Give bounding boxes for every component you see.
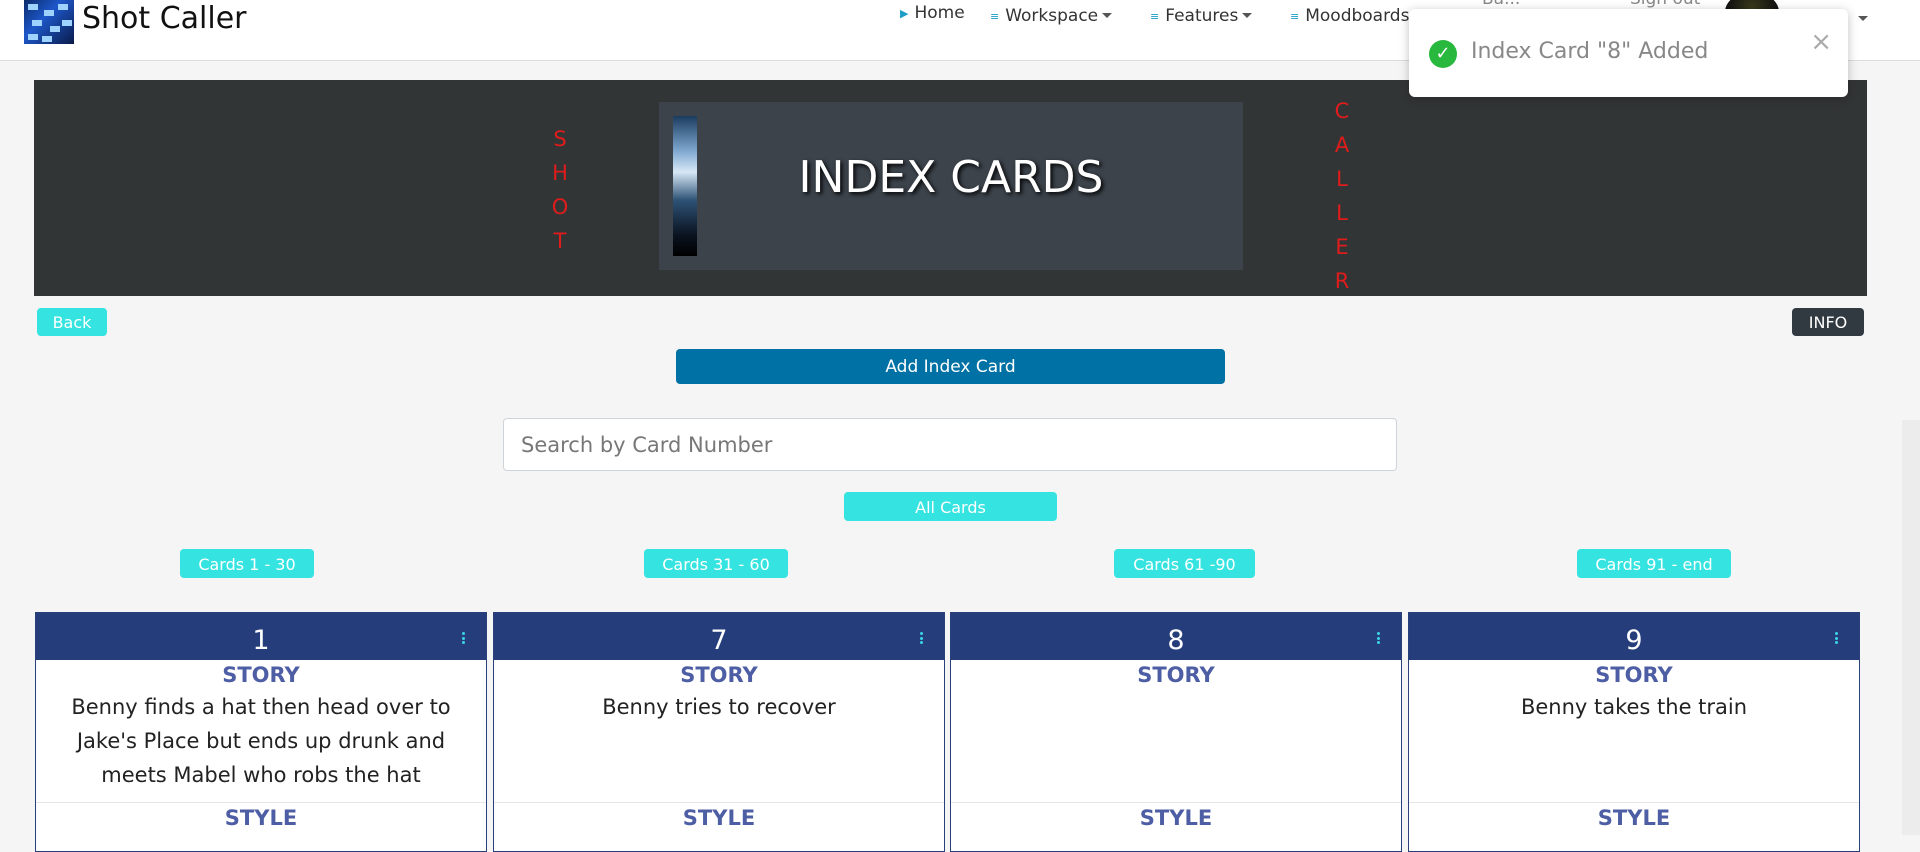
close-icon[interactable]: × <box>1810 27 1832 57</box>
page-title: INDEX CARDS <box>798 152 1104 203</box>
nav-moodboards[interactable]: ≡ Moodboards <box>1290 3 1409 30</box>
index-card[interactable]: 8 STORY STYLE <box>950 612 1402 852</box>
story-text: Benny takes the train <box>1520 695 1748 719</box>
chevron-down-icon <box>1242 13 1253 18</box>
hero-banner: S H O T INDEX CARDS C A L L E R <box>34 80 1867 296</box>
hero-letter: A <box>1334 133 1350 157</box>
card-number: 1 <box>252 625 270 656</box>
range-1-30-button[interactable]: Cards 1 - 30 <box>180 549 314 578</box>
add-index-card-button[interactable]: Add Index Card <box>676 349 1225 384</box>
check-circle-icon: ✓ <box>1429 40 1457 68</box>
hero-title-box: INDEX CARDS <box>659 102 1243 270</box>
card-number: 8 <box>1167 625 1185 656</box>
style-label: STYLE <box>494 802 944 833</box>
story-label: STORY <box>222 663 300 687</box>
nav-workspace[interactable]: ≡ Workspace <box>990 3 1113 30</box>
story-text: Benny tries to recover <box>602 695 836 719</box>
nav-features[interactable]: ≡ Features <box>1150 3 1253 30</box>
search-input[interactable] <box>503 418 1397 471</box>
all-cards-button[interactable]: All Cards <box>844 492 1057 521</box>
hero-letter: L <box>1336 167 1348 191</box>
story-label: STORY <box>1137 663 1215 687</box>
card-header: 9 <box>1409 613 1859 660</box>
list-icon: ≡ <box>1150 10 1160 23</box>
brand-name[interactable]: Shot Caller <box>82 0 247 38</box>
more-options-icon[interactable] <box>1377 632 1381 646</box>
hero-letter: T <box>553 229 567 253</box>
hero-vertical-right: C A L L E R <box>1327 94 1357 298</box>
toast-message: Index Card "8" Added <box>1471 39 1709 64</box>
hero-letter: R <box>1334 269 1350 293</box>
range-91-end-button[interactable]: Cards 91 - end <box>1577 549 1731 578</box>
card-header: 8 <box>951 613 1401 660</box>
nav-workspace-label: Workspace <box>1005 6 1099 26</box>
story-text <box>951 690 1401 802</box>
card-number: 9 <box>1625 625 1643 656</box>
style-label: STYLE <box>951 802 1401 833</box>
hero-letter: S <box>553 127 567 151</box>
chevron-down-icon[interactable] <box>1858 16 1868 21</box>
range-61-90-button[interactable]: Cards 61 -90 <box>1114 549 1255 578</box>
story-text: Benny finds a hat then head over to Jake… <box>71 695 451 787</box>
list-icon: ≡ <box>1290 10 1300 23</box>
list-icon: ≡ <box>990 10 1000 23</box>
scrollbar[interactable] <box>1902 420 1920 835</box>
hero-letter: H <box>552 161 568 185</box>
card-number: 7 <box>710 625 728 656</box>
more-options-icon[interactable] <box>920 632 924 646</box>
index-card[interactable]: 9 STORY Benny takes the train STYLE <box>1408 612 1860 852</box>
back-button[interactable]: Back <box>37 308 107 336</box>
style-label: STYLE <box>1409 802 1859 833</box>
range-31-60-button[interactable]: Cards 31 - 60 <box>644 549 788 578</box>
story-label: STORY <box>680 663 758 687</box>
chevron-down-icon <box>1102 13 1113 18</box>
info-button[interactable]: INFO <box>1792 308 1864 336</box>
hero-letter: L <box>1336 201 1348 225</box>
more-options-icon[interactable] <box>462 632 466 646</box>
hero-letter: C <box>1334 99 1350 123</box>
nav-home[interactable]: ▶ Home <box>900 0 965 27</box>
hero-letter: O <box>551 195 569 219</box>
brand-logo[interactable] <box>24 0 74 44</box>
index-card[interactable]: 1 STORY Benny finds a hat then head over… <box>35 612 487 852</box>
hero-vertical-left: S H O T <box>545 122 575 258</box>
more-options-icon[interactable] <box>1835 632 1839 646</box>
nav-moodboards-label: Moodboards <box>1305 6 1410 26</box>
story-label: STORY <box>1595 663 1673 687</box>
nav-home-label: Home <box>914 3 965 23</box>
card-header: 7 <box>494 613 944 660</box>
hero-letter: E <box>1335 235 1349 259</box>
toast-notification: ✓ Index Card "8" Added × <box>1409 9 1848 97</box>
card-header: 1 <box>36 613 486 660</box>
style-label: STYLE <box>36 802 486 833</box>
index-card[interactable]: 7 STORY Benny tries to recover STYLE <box>493 612 945 852</box>
play-icon: ▶ <box>900 7 909 20</box>
nav-features-label: Features <box>1165 6 1239 26</box>
